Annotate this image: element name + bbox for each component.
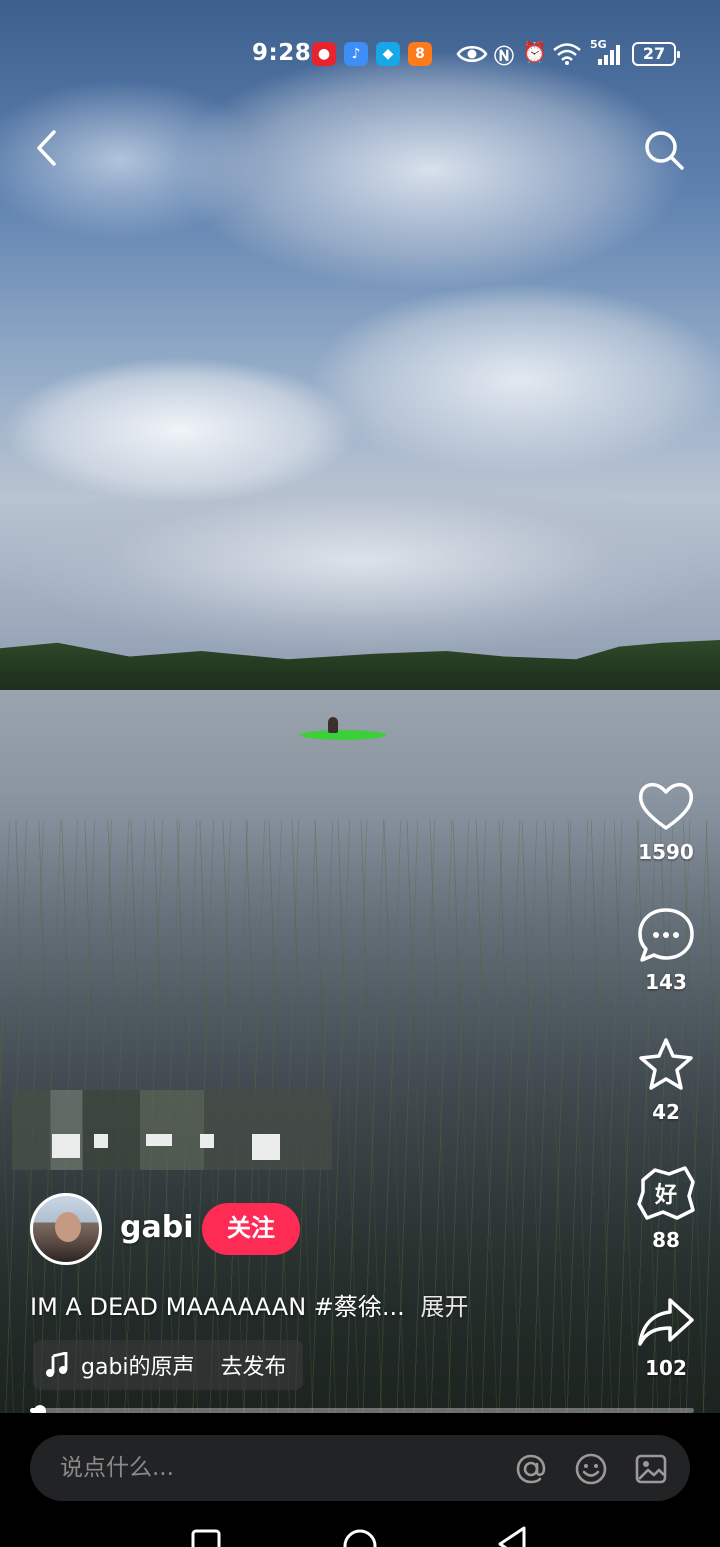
good-count: 88	[652, 1228, 680, 1252]
comment-bar[interactable]	[30, 1435, 690, 1501]
caption-text: IM A DEAD MAAAAAAN	[30, 1293, 307, 1321]
home-icon[interactable]	[340, 1526, 380, 1547]
status-time: 9:28	[252, 40, 312, 66]
music-chip[interactable]: gabi的原声 去发布	[33, 1340, 303, 1390]
video-player[interactable]	[0, 0, 720, 1413]
kayak	[300, 730, 386, 740]
share-button[interactable]: 102	[630, 1294, 702, 1380]
comment-count: 143	[645, 970, 687, 994]
eye-icon	[456, 46, 488, 62]
video-caption: IM A DEAD MAAAAAAN #蔡徐... 展开	[30, 1287, 468, 1322]
good-reaction-button[interactable]: 好 88	[630, 1164, 702, 1252]
video-sky	[0, 0, 720, 690]
alarm-icon: ⏰	[522, 40, 547, 64]
back-icon[interactable]	[30, 126, 64, 170]
search-icon[interactable]	[640, 126, 688, 174]
caption-hashtag[interactable]: #蔡徐...	[314, 1293, 405, 1321]
browser-app-icon: ◆	[376, 42, 400, 66]
battery-indicator: 27	[632, 42, 680, 66]
publish-link[interactable]: 去发布	[221, 1349, 287, 1381]
nav-back-icon[interactable]	[494, 1526, 530, 1547]
comment-button[interactable]: 143	[630, 906, 702, 994]
mention-icon[interactable]	[514, 1452, 548, 1486]
blurred-overlay	[12, 1090, 332, 1170]
image-icon[interactable]	[634, 1452, 668, 1486]
nfc-icon: Ⓝ	[494, 44, 514, 68]
weibo-app-icon: ●	[312, 42, 336, 66]
favorite-button[interactable]: 42	[630, 1036, 702, 1124]
like-button[interactable]: 1590	[630, 778, 702, 864]
author-username[interactable]: gabi	[120, 1210, 193, 1245]
music-note-icon	[46, 1352, 68, 1377]
share-arrow-icon	[638, 1298, 694, 1346]
emoji-icon[interactable]	[574, 1452, 608, 1486]
like-count: 1590	[638, 840, 694, 864]
signal-icon	[598, 45, 620, 65]
comment-bubble-icon	[638, 908, 694, 962]
wifi-icon	[553, 43, 581, 65]
expand-caption-link[interactable]: 展开	[420, 1293, 468, 1321]
favorite-count: 42	[652, 1100, 680, 1124]
star-icon	[639, 1038, 693, 1090]
recent-apps-icon[interactable]	[190, 1528, 224, 1547]
kayaker	[328, 717, 338, 733]
comment-input[interactable]	[60, 1453, 500, 1483]
svg-text:好: 好	[654, 1182, 677, 1208]
good-badge-icon: 好	[637, 1166, 695, 1220]
heart-icon	[638, 782, 694, 830]
music-app-icon: ♪	[344, 42, 368, 66]
follow-button[interactable]: 关注	[202, 1203, 300, 1255]
share-count: 102	[645, 1356, 687, 1380]
shop-app-icon: 8	[408, 42, 432, 66]
status-bar: 9:28 ● ♪ ◆ 8 Ⓝ ⏰ 5G 27	[0, 34, 720, 74]
music-title: gabi的原声	[81, 1355, 195, 1380]
avatar[interactable]	[30, 1193, 102, 1265]
